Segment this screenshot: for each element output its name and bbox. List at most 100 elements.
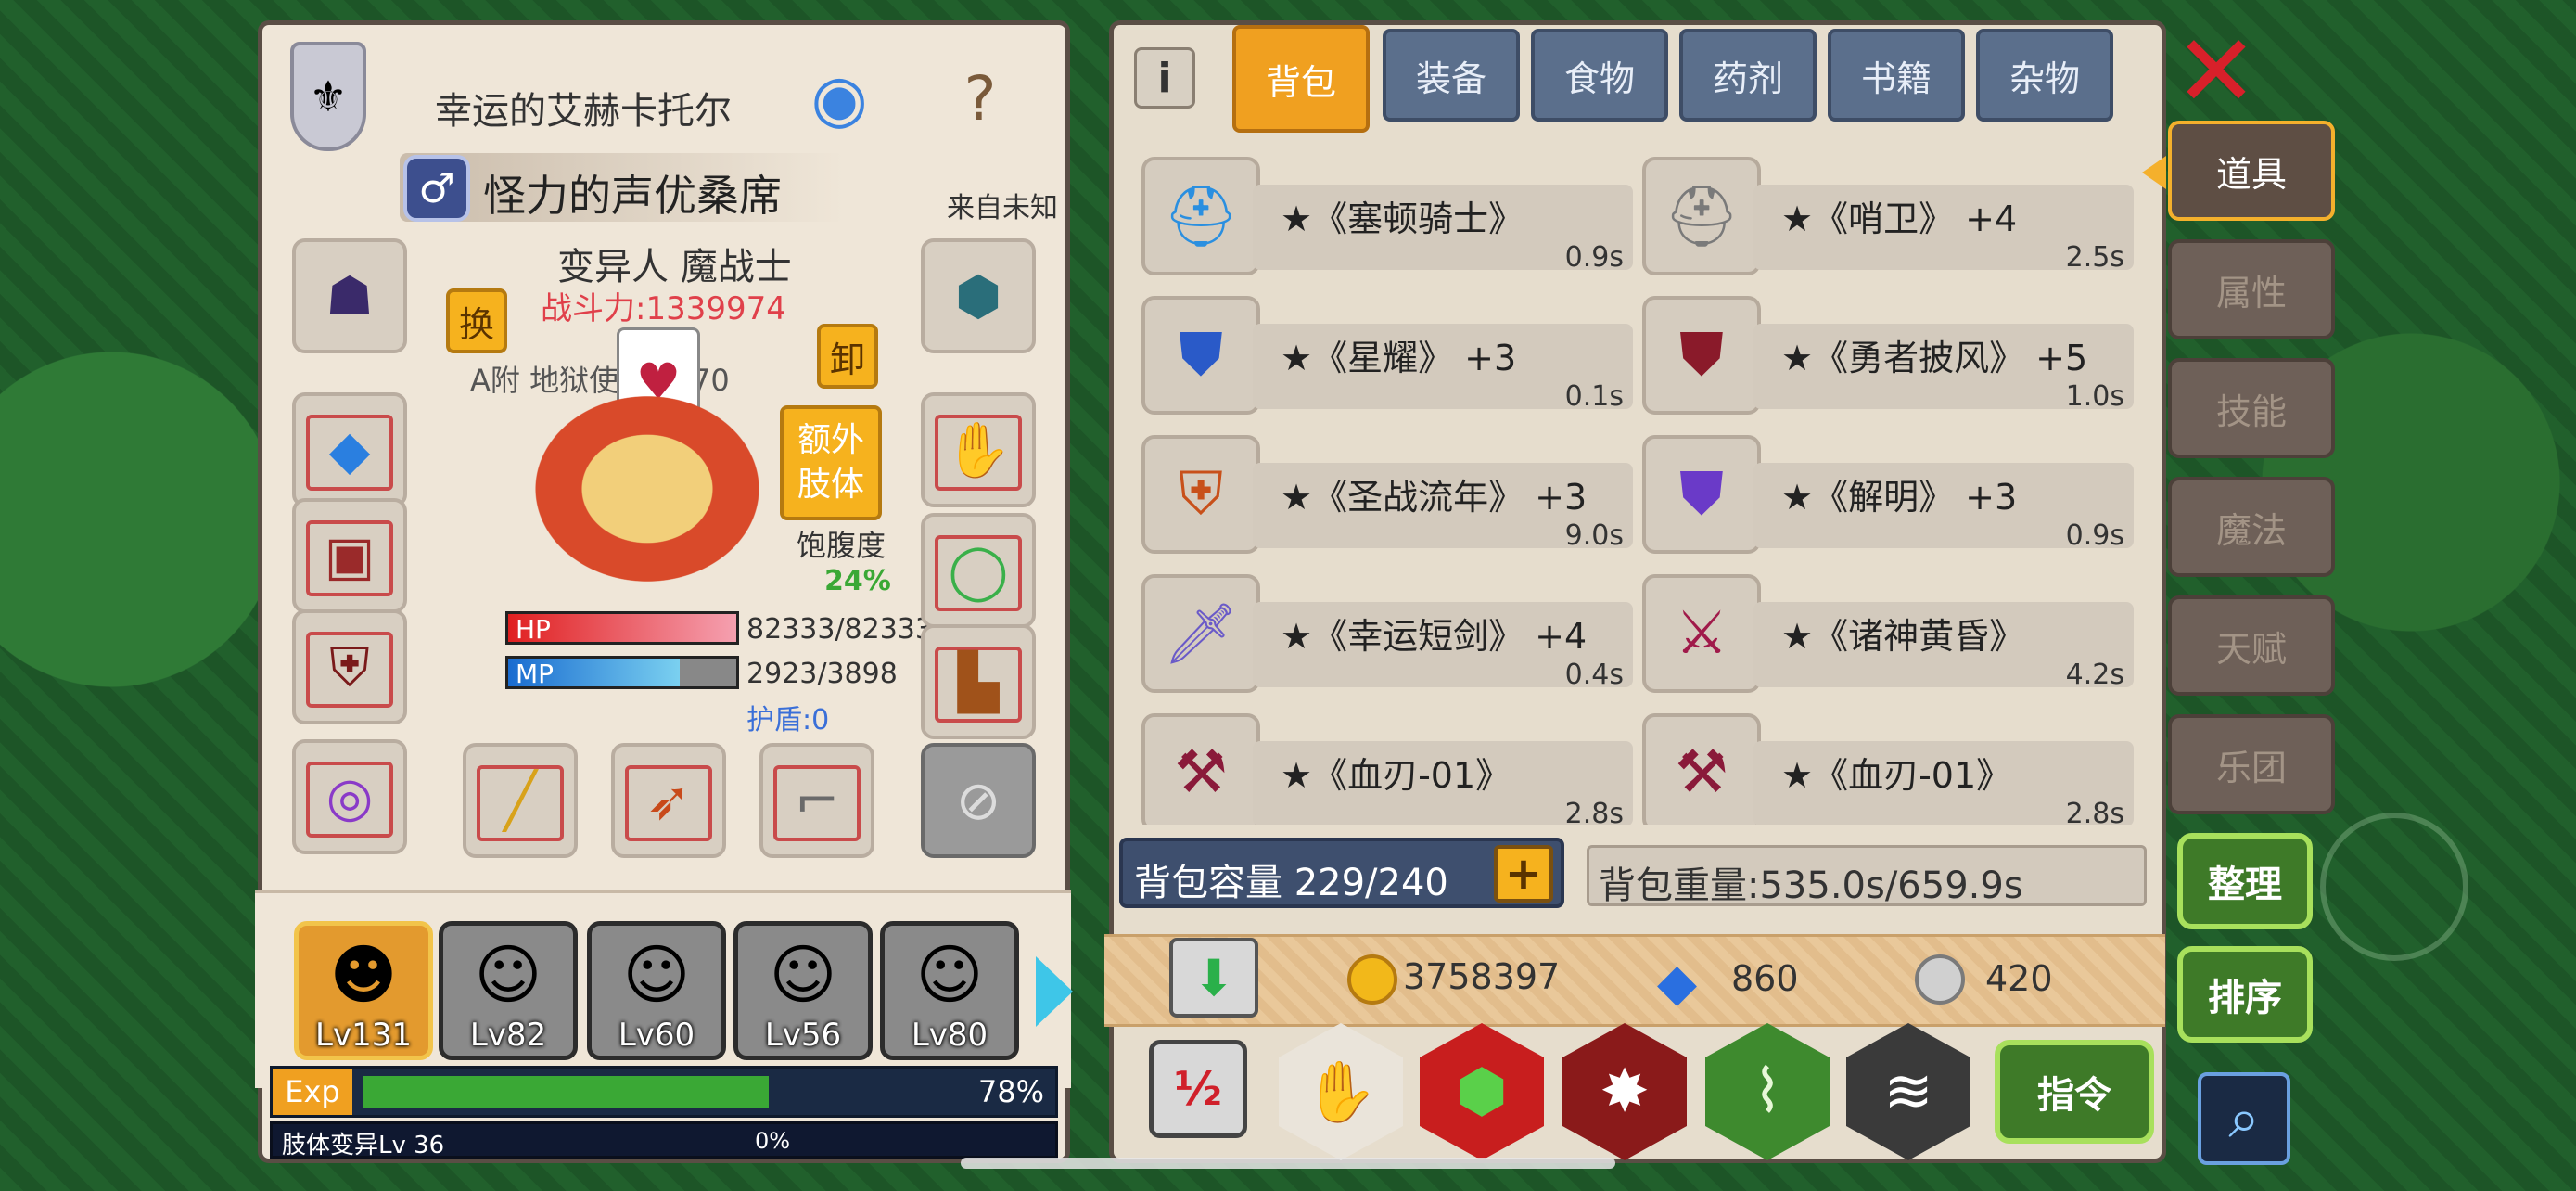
gender-male-icon: ♂ (403, 155, 470, 222)
equip-slot-helmet[interactable]: ☗ (292, 238, 407, 353)
party-member-level: Lv56 (764, 1017, 842, 1054)
item-name: ★《哨卫》 +4 (1781, 198, 2018, 239)
side-tab-attributes[interactable]: 属性 (2168, 239, 2335, 339)
item-grid: ⛑ ★《塞顿骑士》 0.9s ⛑ ★《哨卫》 +4 2.5s ⛊ ★《星耀》 +3 0.1s… (1141, 147, 2152, 825)
tab-books[interactable]: 书籍 (1828, 29, 1965, 122)
party-member[interactable]: ☺ Lv80 (880, 921, 1019, 1060)
boot-icon: ▙ (957, 650, 1000, 713)
inventory-item[interactable]: ⛊ ★《解明》 +3 0.9s (1642, 435, 2143, 563)
hand-skill-button[interactable]: ✋ (1279, 1023, 1403, 1160)
gauntlet-icon: ✋ (944, 417, 1013, 481)
swap-button[interactable]: 换 (446, 288, 507, 353)
shield-value: 护盾:0 (746, 704, 830, 736)
party-member-level: Lv80 (911, 1017, 988, 1054)
inventory-item[interactable]: ⚒ ★《血刃-01》 2.8s (1141, 713, 1642, 825)
equip-slot-spear[interactable]: ➶ (611, 743, 726, 858)
locked-slot-icon: ⊘ (955, 769, 1001, 832)
green-gem-skill-button[interactable]: ⬢ (1420, 1023, 1544, 1160)
equip-slot-boots[interactable]: ▙ (921, 624, 1036, 739)
green-gem-icon: ⬢ (1456, 1057, 1508, 1126)
side-tab-talent[interactable]: 天赋 (2168, 596, 2335, 696)
equip-slot-armor[interactable]: ⛨ (292, 609, 407, 724)
gem-amount: 860 (1731, 958, 1799, 999)
hand-icon: ✋ (1304, 1057, 1378, 1127)
inventory-item[interactable]: 🗡 ★《幸运短剑》 +4 0.4s (1141, 574, 1642, 702)
explosion-skill-button[interactable]: ✸ (1562, 1023, 1687, 1160)
helmet-icon: ⛑ (1141, 157, 1260, 275)
party-member[interactable]: ☺ Lv82 (439, 921, 578, 1060)
party-member[interactable]: ☻ Lv131 (294, 921, 433, 1060)
inventory-item[interactable]: ⛑ ★《哨卫》 +4 2.5s (1642, 157, 2143, 285)
extra-limb-button[interactable]: 额外肢体 (780, 405, 882, 520)
item-weight: 2.8s (2065, 798, 2124, 825)
search-icon[interactable]: ⌕ (2198, 1072, 2290, 1165)
joystick-icon[interactable] (2320, 813, 2468, 961)
tab-misc[interactable]: 杂物 (1976, 29, 2113, 122)
equip-slot-gun[interactable]: ⌐ (759, 743, 874, 858)
hanger-help-icon[interactable]: ? (908, 44, 1052, 153)
axe-icon: ⚒ (1141, 713, 1260, 825)
knight-helmet-icon: ⛑ (1642, 157, 1761, 275)
equip-slot-staff[interactable]: ╱ (463, 743, 578, 858)
close-icon[interactable]: ✕ (2172, 22, 2261, 122)
party-member[interactable]: ☺ Lv60 (587, 921, 726, 1060)
equip-slot-locked[interactable]: ⊘ (921, 743, 1036, 858)
equip-slot-emblem[interactable]: ⬢ (921, 238, 1036, 353)
item-name: ★《勇者披风》 +5 (1781, 338, 2088, 378)
character-title: 怪力的声优桑席 (483, 171, 782, 221)
item-weight: 0.4s (1564, 659, 1624, 691)
download-chest-icon[interactable]: ⬇ (1169, 938, 1258, 1018)
bamboo-skill-button[interactable]: ⌇ (1705, 1023, 1830, 1160)
expand-bag-button[interactable]: + (1494, 845, 1553, 903)
equip-slot-mirror[interactable]: ◯ (921, 513, 1036, 628)
item-weight: 0.9s (1564, 241, 1624, 274)
party-member-level: Lv82 (469, 1017, 547, 1054)
red-armor-icon: ⛨ (329, 634, 370, 698)
maid-face-icon: ☺ (474, 937, 542, 1013)
inventory-item[interactable]: ⛨ ★《圣战流年》 +3 9.0s (1141, 435, 1642, 563)
sort-button[interactable]: 排序 (2177, 946, 2313, 1043)
side-tab-items[interactable]: 道具 (2168, 121, 2335, 221)
portal-icon[interactable]: ◉ (787, 44, 891, 153)
equip-slot-gauntlet[interactable]: ✋ (921, 392, 1036, 507)
gun-icon: ⌐ (794, 769, 840, 832)
organize-button[interactable]: 整理 (2177, 833, 2313, 929)
tab-bag[interactable]: 背包 (1232, 25, 1370, 133)
item-weight: 2.8s (1564, 798, 1624, 825)
split-stack-button[interactable]: ½ (1149, 1040, 1247, 1138)
info-button[interactable]: i (1134, 47, 1195, 109)
tab-equipment[interactable]: 装备 (1383, 29, 1520, 122)
maid-face-icon: ☺ (769, 937, 837, 1013)
inventory-item[interactable]: ⛊ ★《星耀》 +3 0.1s (1141, 296, 1642, 424)
equip-slot-amulet[interactable]: ◎ (292, 739, 407, 854)
exp-percent: 78% (977, 1074, 1044, 1109)
claw-skill-button[interactable]: ≋ (1846, 1023, 1970, 1160)
satiety-value: 24% (824, 565, 891, 597)
equip-slot-bracer[interactable]: ▣ (292, 498, 407, 613)
side-tab-skills[interactable]: 技能 (2168, 358, 2335, 458)
side-tab-magic[interactable]: 魔法 (2168, 477, 2335, 577)
party-member[interactable]: ☺ Lv56 (733, 921, 873, 1060)
character-panel: ⚜ 幸运的艾赫卡托尔 ◉ ? ♂ 怪力的声优桑席 来自未知 变异人 魔战士 战斗… (255, 20, 1073, 1163)
tab-food[interactable]: 食物 (1531, 29, 1668, 122)
inventory-item[interactable]: ⚔ ★《诸神黄昏》 4.2s (1642, 574, 2143, 702)
axe-icon: ⚒ (1642, 713, 1761, 825)
purple-ring-icon: ◎ (325, 765, 374, 828)
diamond-icon: ◆ (1657, 953, 1698, 1013)
command-button[interactable]: 指令 (1995, 1040, 2154, 1144)
party-next-arrow-icon[interactable] (1036, 956, 1073, 1027)
bag-weight: 背包重量:535.0s/659.9s (1587, 845, 2147, 907)
inventory-item[interactable]: ⛊ ★《勇者披风》 +5 1.0s (1642, 296, 2143, 424)
satiety-label: 饱腹度 (797, 528, 886, 563)
inventory-item[interactable]: ⚒ ★《血刃-01》 2.8s (1642, 713, 2143, 825)
spear-icon: ➶ (645, 769, 692, 832)
side-tab-band[interactable]: 乐团 (2168, 714, 2335, 814)
exp-bar-fill (363, 1076, 769, 1108)
unequip-button[interactable]: 卸 (817, 324, 878, 389)
equip-slot-ring[interactable]: ◆ (292, 392, 407, 507)
combat-power: 战斗力:1339974 (541, 290, 786, 327)
item-name: ★《血刃-01》 (1281, 755, 1511, 796)
inventory-item[interactable]: ⛑ ★《塞顿骑士》 0.9s (1141, 157, 1642, 285)
limb-percent: 0% (755, 1128, 791, 1154)
tab-potion[interactable]: 药剂 (1679, 29, 1817, 122)
